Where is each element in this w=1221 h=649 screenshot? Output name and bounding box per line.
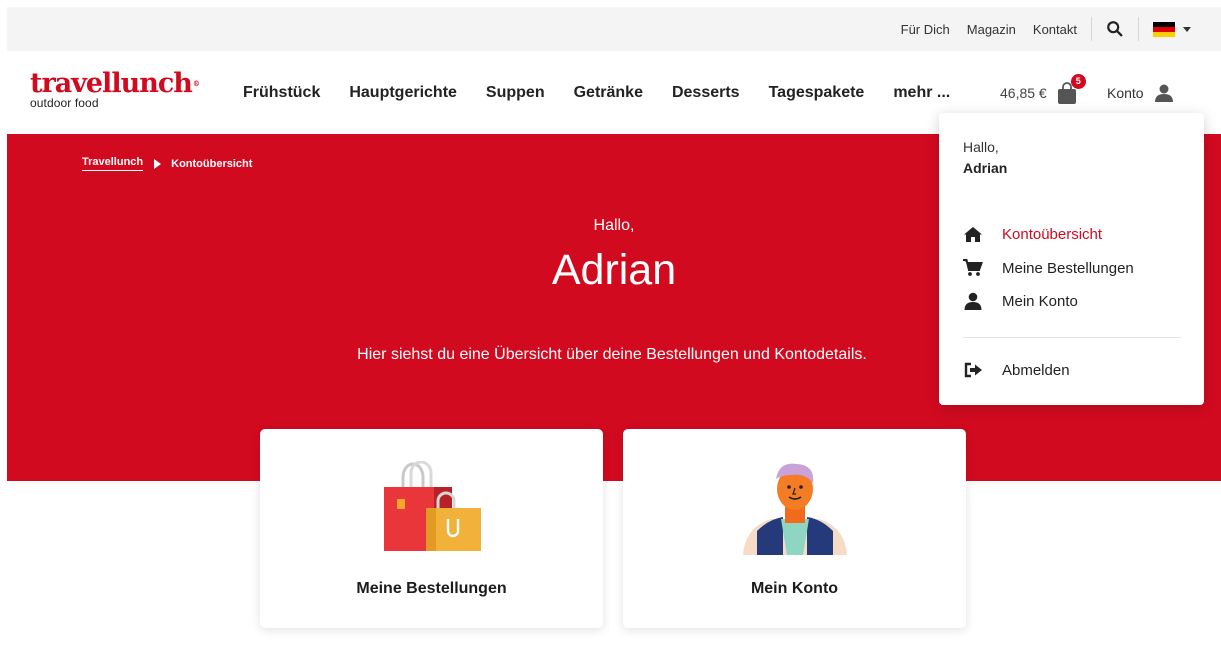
nav-suppen[interactable]: Suppen xyxy=(486,84,545,102)
logo-brand: travellunch® xyxy=(30,68,200,99)
nav-hauptgerichte[interactable]: Hauptgerichte xyxy=(349,84,457,102)
utility-links: Für Dich Magazin Kontakt xyxy=(884,7,1191,51)
account-card[interactable]: Mein Konto xyxy=(623,429,966,628)
nav-mehr[interactable]: mehr ... xyxy=(893,84,950,102)
menu-item-kontouebersicht[interactable]: Kontoübersicht xyxy=(963,225,1102,243)
link-fuer-dich[interactable]: Für Dich xyxy=(901,22,950,37)
home-icon xyxy=(963,225,983,243)
search-icon[interactable] xyxy=(1106,20,1124,38)
divider xyxy=(1138,17,1139,41)
menu-item-label: Meine Bestellungen xyxy=(1002,259,1134,277)
link-kontakt[interactable]: Kontakt xyxy=(1033,22,1077,37)
cart-count-badge: 5 xyxy=(1070,73,1086,89)
nav-getraenke[interactable]: Getränke xyxy=(574,84,643,102)
orders-card-label: Meine Bestellungen xyxy=(356,580,507,597)
orders-card[interactable]: Meine Bestellungen xyxy=(260,429,603,628)
cart-icon xyxy=(963,259,983,277)
link-magazin[interactable]: Magazin xyxy=(967,22,1016,37)
menu-item-label: Kontoübersicht xyxy=(1002,225,1103,243)
dropdown-username: Adrian xyxy=(963,160,1008,176)
chevron-down-icon xyxy=(1183,26,1191,32)
cart-total: 46,85 € xyxy=(1000,84,1047,101)
nav-tagespakete[interactable]: Tagespakete xyxy=(769,84,865,102)
account-card-label: Mein Konto xyxy=(750,580,839,597)
divider xyxy=(1091,17,1092,41)
account-dropdown: Hallo, Adrian Kontoübersicht Meine Beste… xyxy=(939,113,1204,405)
dropdown-greeting: Hallo, xyxy=(963,139,999,155)
menu-item-label: Mein Konto xyxy=(1002,292,1078,310)
menu-item-bestellungen[interactable]: Meine Bestellungen xyxy=(963,259,1134,277)
account-label: Konto xyxy=(1107,84,1144,101)
user-icon xyxy=(1154,84,1173,102)
shopping-bag-icon: 5 xyxy=(1057,73,1086,104)
language-selector[interactable] xyxy=(1153,21,1191,37)
dropdown-divider xyxy=(963,337,1181,338)
breadcrumb: Travellunch Kontoübersicht xyxy=(82,156,252,171)
shopping-bags-illustration xyxy=(383,461,481,551)
logout-button[interactable]: Abmelden xyxy=(963,361,1070,379)
breadcrumb-current: Kontoübersicht xyxy=(171,157,253,170)
breadcrumb-home[interactable]: Travellunch xyxy=(82,156,144,171)
menu-item-mein-konto[interactable]: Mein Konto xyxy=(963,292,1078,310)
logout-label: Abmelden xyxy=(1002,361,1070,379)
utility-bar: Für Dich Magazin Kontakt xyxy=(7,7,1221,51)
nav-desserts[interactable]: Desserts xyxy=(672,84,740,102)
main-nav: Frühstück Hauptgerichte Suppen Getränke … xyxy=(243,51,979,134)
person-avatar-illustration xyxy=(742,463,847,555)
logo[interactable]: travellunch® outdoor food xyxy=(30,68,200,111)
german-flag-icon xyxy=(1153,21,1175,37)
breadcrumb-arrow-icon xyxy=(154,158,162,169)
user-icon xyxy=(963,292,983,310)
nav-fruehstueck[interactable]: Frühstück xyxy=(243,84,320,102)
logout-icon xyxy=(963,361,983,379)
